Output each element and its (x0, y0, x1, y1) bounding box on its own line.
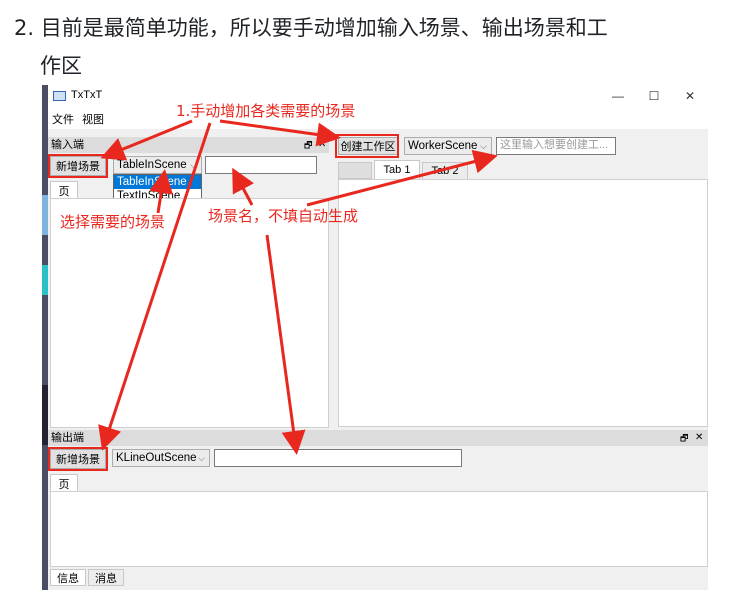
arrow-to-name-field (232, 167, 255, 206)
arrow-to-combo (149, 169, 174, 214)
screenshot: TxTxT — ☐ ✕ 文件 视图 输入端 🗗 ✕ 新增场景 TableInSc… (42, 85, 708, 590)
arrow-to-output-name (265, 234, 306, 455)
doc-line-1: 2. 目前是最简单功能，所以要手动增加输入场景、输出场景和工 (14, 16, 608, 40)
annotation-arrows (98, 119, 498, 455)
arrow-to-output-add (98, 122, 212, 451)
arrow-to-create-workarea (219, 119, 341, 147)
arrow-to-workarea-input (306, 149, 498, 207)
arrow-to-input-add (100, 119, 193, 161)
doc-line-2: 作区 (40, 54, 82, 78)
